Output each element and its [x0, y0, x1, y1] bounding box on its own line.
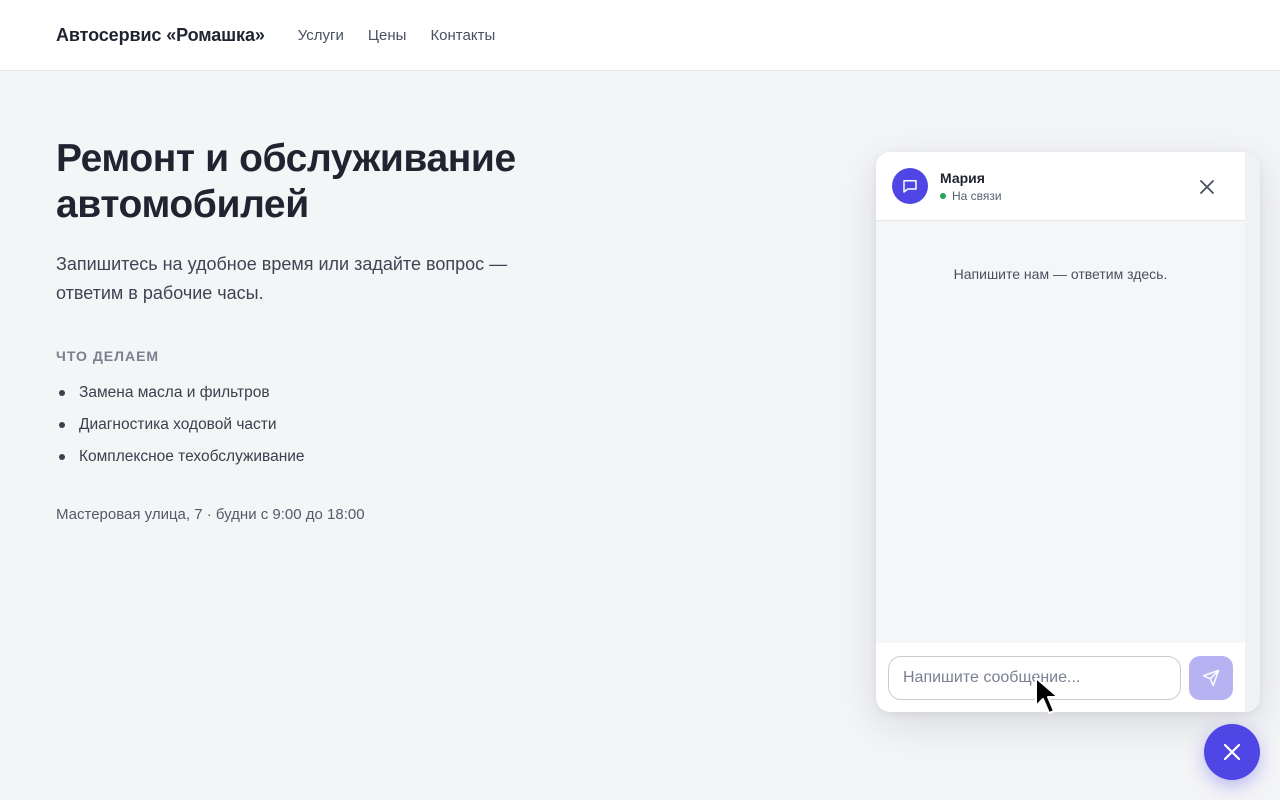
send-button[interactable]	[1189, 656, 1233, 700]
brand-logo[interactable]: Автосервис «Ромашка»	[56, 25, 265, 46]
agent-status: На связи	[940, 189, 1002, 203]
chat-toggle-button[interactable]	[1204, 724, 1260, 780]
page-title: Ремонт и обслуживание автомобилей	[56, 137, 516, 226]
service-label: Комплексное техобслуживание	[79, 448, 305, 465]
chat-scrollbar[interactable]	[1245, 152, 1260, 712]
chat-widget: Мария На связи Напишите нам — ответим зд…	[876, 152, 1260, 712]
main-nav: Услуги Цены Контакты	[298, 27, 495, 44]
close-icon	[1223, 743, 1241, 761]
nav-link-contacts[interactable]: Контакты	[430, 27, 495, 44]
message-input[interactable]	[888, 656, 1181, 700]
list-item: Комплексное техобслуживание	[56, 446, 576, 478]
bullet-icon	[59, 454, 65, 460]
bullet-icon	[59, 390, 65, 396]
address-hours: Мастеровая улица, 7 · будни с 9:00 до 18…	[56, 506, 365, 523]
nav-link-prices[interactable]: Цены	[368, 27, 407, 44]
chat-header: Мария На связи	[876, 152, 1245, 221]
chat-composer	[876, 643, 1245, 712]
services-list: Замена масла и фильтров Диагностика ходо…	[56, 382, 576, 478]
bullet-icon	[59, 422, 65, 428]
services-heading: Что делаем	[56, 348, 160, 364]
agent-name: Мария	[940, 170, 985, 186]
online-status-icon	[940, 193, 946, 199]
list-item: Диагностика ходовой части	[56, 414, 576, 446]
service-label: Диагностика ходовой части	[79, 416, 277, 433]
send-icon	[1202, 669, 1220, 687]
close-icon	[1200, 180, 1214, 194]
chat-close-button[interactable]	[1196, 176, 1218, 198]
list-item: Замена масла и фильтров	[56, 382, 576, 414]
nav-link-services[interactable]: Услуги	[298, 27, 344, 44]
hero-lead: Запишитесь на удобное время или задайте …	[56, 254, 508, 303]
service-label: Замена масла и фильтров	[79, 384, 270, 401]
chat-empty-message: Напишите нам — ответим здесь.	[953, 266, 1168, 282]
hero-section: Ремонт и обслуживание автомобилей Запиши…	[56, 136, 576, 523]
site-header: Автосервис «Ромашка» Услуги Цены Контакт…	[0, 0, 1280, 71]
chat-bubble-icon	[892, 168, 928, 204]
agent-status-label: На связи	[952, 189, 1002, 203]
